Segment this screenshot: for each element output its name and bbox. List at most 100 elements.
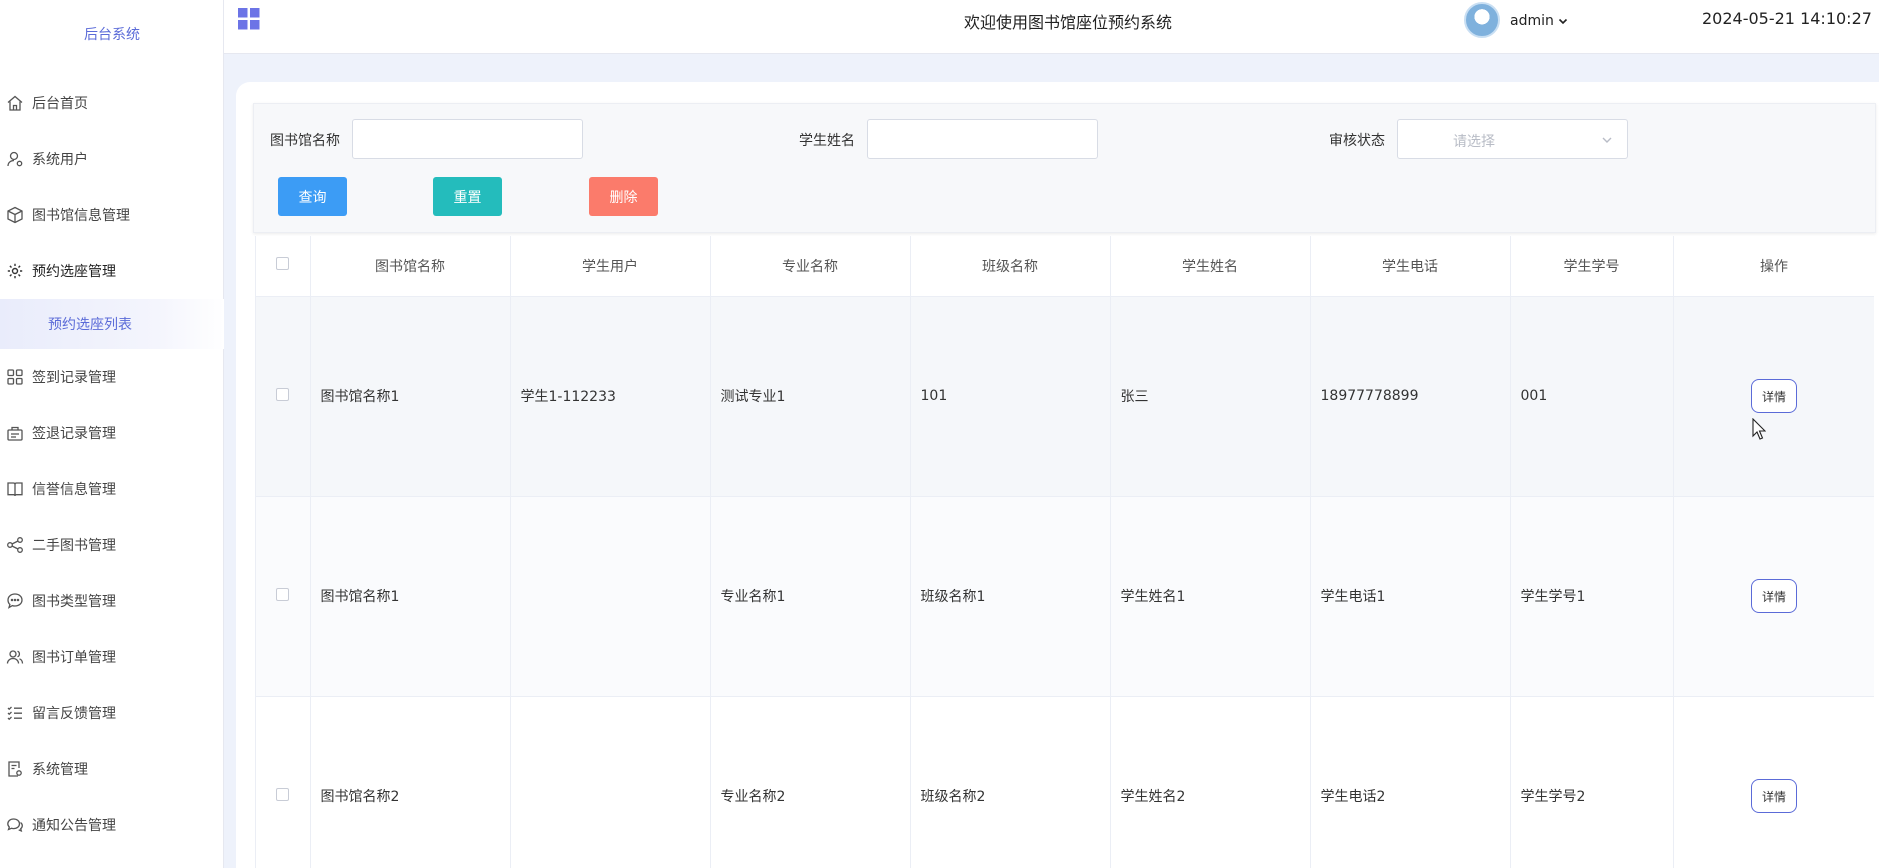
table-cell (510, 496, 711, 697)
sidebar-item-label: 后台首页 (32, 96, 88, 112)
table-cell: 图书馆名称1 (310, 296, 511, 497)
detail-button[interactable]: 详情 (1751, 779, 1797, 813)
library-name-input[interactable] (352, 119, 583, 159)
reset-button[interactable]: 重置 (433, 177, 502, 216)
sidebar-item-label: 预约选座管理 (32, 264, 116, 280)
table-cell: 学生姓名2 (1110, 696, 1311, 868)
current-time: 2024-05-21 14:10:27 (1702, 9, 1872, 28)
sidebar-item-feedback[interactable]: 留言反馈管理 (0, 685, 224, 741)
row-checkbox[interactable] (276, 387, 290, 401)
sidebar: 后台系统 后台首页 系统用户 图书馆信息管理 预约选座管理 预约选座列表 签到记… (0, 0, 224, 868)
table-cell: 专业名称2 (710, 696, 911, 868)
chat-bubbles-icon (6, 816, 24, 834)
row-checkbox-cell (256, 696, 311, 868)
sidebar-item-label: 系统用户 (32, 152, 88, 168)
sidebar-item-announcements[interactable]: 通知公告管理 (0, 797, 224, 853)
row-checkbox[interactable] (276, 787, 290, 801)
table-cell: 张三 (1110, 296, 1311, 497)
list-icon (6, 704, 24, 722)
top-header: 欢迎使用图书馆座位预约系统 admin 2024-05-21 14:10:27 (224, 0, 1879, 54)
student-name-input[interactable] (867, 119, 1098, 159)
briefcase-icon (6, 424, 24, 442)
sidebar-item-library-info[interactable]: 图书馆信息管理 (0, 187, 224, 243)
table-cell: 学生电话1 (1310, 496, 1511, 697)
table-cell: 学生姓名1 (1110, 496, 1311, 697)
sidebar-item-system-users[interactable]: 系统用户 (0, 131, 224, 187)
mouse-cursor-icon (1752, 418, 1766, 440)
search-button[interactable]: 查询 (278, 177, 347, 216)
share-icon (6, 536, 24, 554)
sidebar-item-secondhand-books[interactable]: 二手图书管理 (0, 517, 224, 573)
column-header[interactable]: 学生电话 (1310, 236, 1511, 297)
sidebar-item-label: 签到记录管理 (32, 370, 116, 386)
sidebar-item-system-management[interactable]: 系统管理 (0, 741, 224, 797)
review-status-label: 审核状态 (1329, 133, 1385, 149)
page-title: 欢迎使用图书馆座位预约系统 (964, 13, 1173, 32)
review-status-select[interactable]: 请选择 (1397, 119, 1628, 159)
home-icon (6, 94, 24, 112)
column-header[interactable]: 专业名称 (710, 236, 911, 297)
column-header-actions: 操作 (1673, 236, 1874, 297)
user-menu[interactable]: admin (1510, 13, 1569, 29)
row-checkbox-cell (256, 296, 311, 497)
table-cell: 学生电话2 (1310, 696, 1511, 868)
library-name-label: 图书馆名称 (270, 133, 340, 149)
apps-grid-icon[interactable] (238, 8, 260, 30)
column-header[interactable]: 学生学号 (1510, 236, 1674, 297)
delete-button[interactable]: 删除 (589, 177, 658, 216)
sidebar-item-book-orders[interactable]: 图书订单管理 (0, 629, 224, 685)
table-cell: 学生学号2 (1510, 696, 1674, 868)
cube-icon (6, 206, 24, 224)
table-row[interactable]: 图书馆名称1 学生1-112233 测试专业1 101 张三 189777788… (256, 296, 1874, 497)
table-cell (510, 696, 711, 868)
table-row[interactable]: 图书馆名称2 专业名称2 班级名称2 学生姓名2 学生电话2 学生学号2 详情 (256, 696, 1874, 868)
sidebar-item-credit[interactable]: 信誉信息管理 (0, 461, 224, 517)
data-table: 图书馆名称 学生用户 专业名称 班级名称 学生姓名 学生电话 学生学号 操作 图… (255, 236, 1874, 868)
sidebar-item-book-types[interactable]: 图书类型管理 (0, 573, 224, 629)
sidebar-item-label: 系统管理 (32, 762, 88, 778)
sidebar-item-label: 信誉信息管理 (32, 482, 116, 498)
table-header-row: 图书馆名称 学生用户 专业名称 班级名称 学生姓名 学生电话 学生学号 操作 (256, 236, 1874, 297)
chevron-down-icon (1602, 137, 1612, 143)
column-header[interactable]: 学生用户 (510, 236, 711, 297)
table-cell: 班级名称2 (910, 696, 1111, 868)
row-checkbox-cell (256, 496, 311, 697)
sidebar-item-label: 留言反馈管理 (32, 706, 116, 722)
table-cell: 测试专业1 (710, 296, 911, 497)
sidebar-subitem-label: 预约选座列表 (48, 317, 132, 333)
users-icon (6, 648, 24, 666)
sidebar-menu: 后台首页 系统用户 图书馆信息管理 预约选座管理 预约选座列表 签到记录管理 签… (0, 75, 224, 853)
column-header[interactable]: 图书馆名称 (310, 236, 511, 297)
avatar[interactable] (1464, 2, 1500, 38)
sidebar-subitem-reservation-list[interactable]: 预约选座列表 (0, 299, 224, 349)
sidebar-item-checkout[interactable]: 签退记录管理 (0, 405, 224, 461)
row-checkbox[interactable] (276, 587, 290, 601)
table-cell: 图书馆名称1 (310, 496, 511, 697)
table-row[interactable]: 图书馆名称1 专业名称1 班级名称1 学生姓名1 学生电话1 学生学号1 详情 (256, 496, 1874, 697)
table-cell: 001 (1510, 296, 1674, 497)
sidebar-item-label: 通知公告管理 (32, 818, 116, 834)
actions-cell: 详情 (1673, 496, 1874, 697)
sidebar-item-checkin[interactable]: 签到记录管理 (0, 349, 224, 405)
table-cell: 班级名称1 (910, 496, 1111, 697)
table-cell: 学生学号1 (1510, 496, 1674, 697)
grid-icon (6, 368, 24, 386)
chevron-down-icon (1558, 18, 1567, 25)
column-header[interactable]: 学生姓名 (1110, 236, 1311, 297)
detail-button[interactable]: 详情 (1751, 579, 1797, 613)
column-header[interactable]: 班级名称 (910, 236, 1111, 297)
table-cell: 专业名称1 (710, 496, 911, 697)
sidebar-item-label: 图书类型管理 (32, 594, 116, 610)
table-cell: 学生1-112233 (510, 296, 711, 497)
actions-cell: 详情 (1673, 296, 1874, 497)
student-name-label: 学生姓名 (799, 133, 855, 149)
select-placeholder: 请选择 (1453, 134, 1495, 150)
table-cell: 图书馆名称2 (310, 696, 511, 868)
chat-icon (6, 592, 24, 610)
sidebar-item-home[interactable]: 后台首页 (0, 75, 224, 131)
sidebar-item-reservation[interactable]: 预约选座管理 (0, 243, 224, 299)
select-all-checkbox[interactable] (276, 257, 290, 271)
detail-button[interactable]: 详情 (1751, 379, 1797, 413)
table-cell: 101 (910, 296, 1111, 497)
sidebar-item-label: 图书订单管理 (32, 650, 116, 666)
